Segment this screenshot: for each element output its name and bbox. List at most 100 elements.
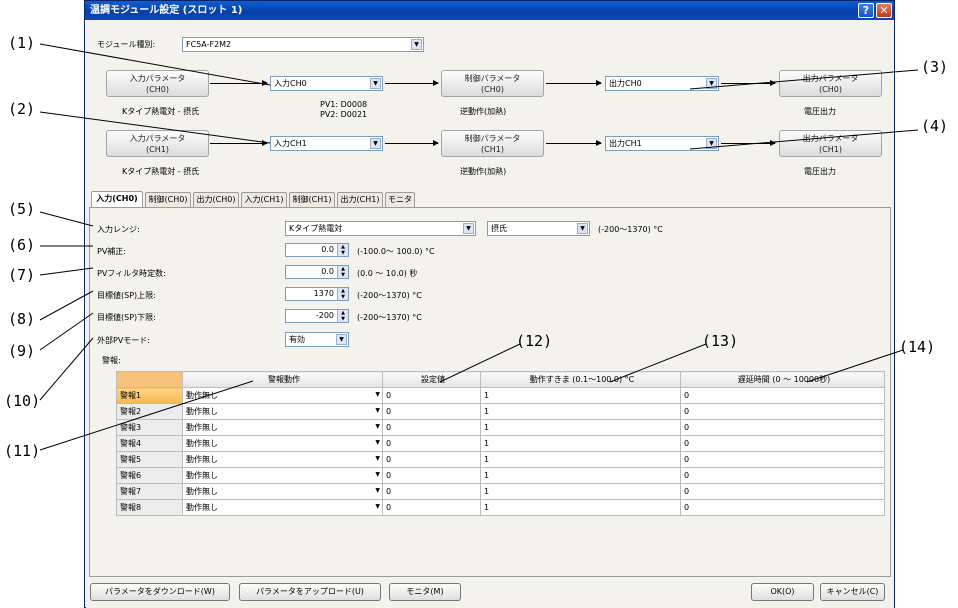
pv-offset-label: PV補正: (97, 247, 126, 256)
alarm-action-cell[interactable]: 動作無し ▼ (182, 467, 383, 484)
tab-output-ch0[interactable]: 出力(CH0) (193, 192, 239, 207)
callout-3: (3) (921, 58, 949, 76)
output-select-ch1[interactable]: 出力CH1 ▼ (605, 136, 719, 151)
ext-pv-select[interactable]: 有効 ▼ (285, 332, 349, 347)
alarm-name-cell-text: 警報6 (120, 471, 142, 480)
temp-unit-value: 摂氏 (491, 224, 507, 233)
output-select-value: 出力CH0 (609, 79, 642, 88)
help-button[interactable]: ? (858, 3, 874, 18)
monitor-button[interactable]: モニタ(M) (389, 583, 461, 601)
set-value-cell[interactable]: 0 (382, 419, 481, 436)
delay-cell[interactable]: 0 (680, 483, 885, 500)
spin-arrows-icon[interactable]: ▲ ▼ (337, 266, 348, 278)
tab-control-ch0[interactable]: 制御(CH0) (145, 192, 191, 207)
module-type-select[interactable]: FC5A-F2M2 ▼ (182, 37, 424, 52)
hysteresis-cell[interactable]: 1 (480, 467, 681, 484)
hysteresis-cell[interactable]: 1 (480, 403, 681, 420)
temp-unit-select[interactable]: 摂氏 ▼ (487, 221, 590, 236)
pv-offset-spinner[interactable]: 0.0 ▲ ▼ (285, 243, 349, 257)
tab-input-ch1[interactable]: 入力(CH1) (241, 192, 287, 207)
tab-control-ch1[interactable]: 制御(CH1) (289, 192, 335, 207)
hysteresis-cell[interactable]: 1 (480, 483, 681, 500)
alarm-action-cell[interactable]: 動作無し ▼ (182, 451, 383, 468)
alarm-action-cell[interactable]: 動作無し ▼ (182, 435, 383, 452)
input-range-value: Kタイプ熱電対 (289, 224, 343, 233)
output-param-button-ch1[interactable]: 出力パラメータ (CH1) (779, 130, 882, 157)
alarm-name-cell-text: 警報8 (120, 503, 142, 512)
hysteresis-cell[interactable]: 1 (480, 499, 681, 516)
alarm-action-cell[interactable]: 動作無し ▼ (182, 499, 383, 516)
chevron-down-icon: ▼ (577, 223, 588, 234)
delay-cell[interactable]: 0 (680, 467, 885, 484)
input-select-ch0[interactable]: 入力CH0 ▼ (270, 76, 383, 91)
hysteresis-cell[interactable]: 1 (480, 387, 681, 404)
control-param-button-ch1[interactable]: 制御パラメータ (CH1) (441, 130, 544, 157)
set-value-cell[interactable]: 0 (382, 403, 481, 420)
alarm-action-cell[interactable]: 動作無し ▼ (182, 419, 383, 436)
input-param-button-ch1[interactable]: 入力パラメータ (CH1) (106, 130, 209, 157)
delay-cell[interactable]: 0 (680, 451, 885, 468)
hysteresis-cell[interactable]: 1 (480, 435, 681, 452)
close-button[interactable]: ✕ (876, 3, 892, 18)
chevron-down-icon[interactable]: ▼ (375, 423, 380, 430)
delay-cell[interactable]: 0 (680, 419, 885, 436)
chevron-down-icon[interactable]: ▼ (375, 391, 380, 398)
set-value-cell[interactable]: 0 (382, 435, 481, 452)
set-value-cell[interactable]: 0 (382, 387, 481, 404)
chevron-down-icon[interactable]: ▼ (375, 487, 380, 494)
set-value-cell[interactable]: 0 (382, 499, 481, 516)
spin-arrows-icon[interactable]: ▲ ▼ (337, 310, 348, 322)
header-set-value[interactable]: 設定値 (382, 371, 481, 388)
header-hysteresis[interactable]: 動作すきま (0.1〜100.0) °C (480, 371, 681, 388)
alarm-action-cell[interactable]: 動作無し ▼ (182, 403, 383, 420)
tab-monitor[interactable]: モニタ (385, 192, 415, 207)
output-select-ch0[interactable]: 出力CH0 ▼ (605, 76, 719, 91)
sp-high-spinner[interactable]: 1370 ▲ ▼ (285, 287, 349, 301)
header-delay[interactable]: 遅延時間 (0 〜 10000秒) (680, 371, 885, 388)
pv-filter-spinner[interactable]: 0.0 ▲ ▼ (285, 265, 349, 279)
input-select-ch1[interactable]: 入力CH1 ▼ (270, 136, 383, 151)
set-value-cell[interactable]: 0 (382, 467, 481, 484)
alarm-name-cell: 警報8 (116, 499, 183, 516)
table-row: 警報5 動作無し ▼ 0 1 0 (116, 451, 885, 468)
set-value-cell[interactable]: 0 (382, 451, 481, 468)
download-params-button[interactable]: パラメータをダウンロード(W) (90, 583, 230, 601)
output-select-value: 出力CH1 (609, 139, 642, 148)
delay-cell[interactable]: 0 (680, 403, 885, 420)
control-param-button-ch0[interactable]: 制御パラメータ (CH0) (441, 70, 544, 97)
alarm-action-cell[interactable]: 動作無し ▼ (182, 483, 383, 500)
control-param-label: 制御パラメータ (CH1) (464, 134, 521, 154)
hysteresis-cell-text: 1 (484, 455, 490, 464)
cancel-button[interactable]: キャンセル(C) (820, 583, 885, 601)
hysteresis-cell[interactable]: 1 (480, 451, 681, 468)
ext-pv-value: 有効 (289, 335, 305, 344)
header-alarm-action[interactable]: 警報動作 (182, 371, 383, 388)
input-range-label: 入力レンジ: (97, 225, 140, 234)
input-range-select[interactable]: Kタイプ熱電対 ▼ (285, 221, 476, 236)
spin-arrows-icon[interactable]: ▲ ▼ (337, 288, 348, 300)
hysteresis-cell[interactable]: 1 (480, 419, 681, 436)
chevron-down-icon[interactable]: ▼ (375, 407, 380, 414)
spin-arrows-icon[interactable]: ▲ ▼ (337, 244, 348, 256)
sensor-label-ch0: Kタイプ熱電対 - 摂氏 (122, 107, 200, 116)
tab-output-ch1[interactable]: 出力(CH1) (337, 192, 383, 207)
alarm-action-cell[interactable]: 動作無し ▼ (182, 387, 383, 404)
flow-arrow (721, 80, 776, 86)
delay-cell[interactable]: 0 (680, 435, 885, 452)
delay-cell[interactable]: 0 (680, 499, 885, 516)
set-value-cell-text: 0 (386, 391, 392, 400)
chevron-down-icon[interactable]: ▼ (375, 503, 380, 510)
input-param-button-ch0[interactable]: 入力パラメータ (CH0) (106, 70, 209, 97)
delay-cell[interactable]: 0 (680, 387, 885, 404)
chevron-down-icon[interactable]: ▼ (375, 439, 380, 446)
tab-input-ch0[interactable]: 入力(CH0) (91, 191, 143, 208)
upload-params-button[interactable]: パラメータをアップロード(U) (239, 583, 381, 601)
ok-button[interactable]: OK(O) (751, 583, 814, 601)
chevron-down-icon[interactable]: ▼ (375, 455, 380, 462)
sp-low-spinner[interactable]: -200 ▲ ▼ (285, 309, 349, 323)
corner-header (116, 371, 183, 388)
output-param-button-ch0[interactable]: 出力パラメータ (CH0) (779, 70, 882, 97)
set-value-cell[interactable]: 0 (382, 483, 481, 500)
table-row: 警報1 動作無し ▼ 0 1 0 (116, 387, 885, 404)
chevron-down-icon[interactable]: ▼ (375, 471, 380, 478)
